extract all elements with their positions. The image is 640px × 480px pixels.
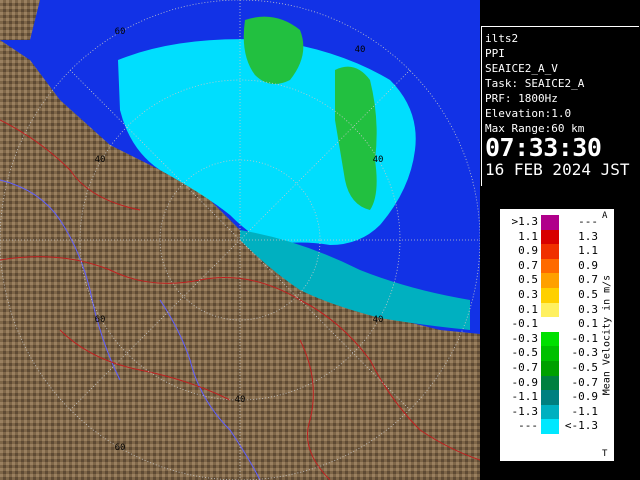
range-label: 40 xyxy=(235,395,246,405)
legend-lower-bound: >1.3 xyxy=(511,215,539,228)
range-label: 40 xyxy=(373,155,384,165)
legend-row: >1.3 --- xyxy=(500,215,600,230)
legend-swatch xyxy=(541,419,559,434)
elevation-line: Elevation:1.0 xyxy=(485,106,639,121)
legend-upper-bound: <-1.3 xyxy=(564,419,598,433)
legend-row: -0.1 0.1 xyxy=(500,317,600,332)
legend-swatch xyxy=(541,346,559,361)
legend-lower-bound: 1.1 xyxy=(518,229,538,243)
range-label: 60 xyxy=(95,315,106,325)
range-label: 40 xyxy=(95,155,106,165)
legend-upper-bound: -0.5 xyxy=(571,361,599,374)
prf-prefix: PRF: xyxy=(485,92,519,105)
legend-row: 1.1 1.3 xyxy=(500,229,600,245)
range-label: 60 xyxy=(115,443,126,453)
legend-row: 0.3 0.5 xyxy=(500,288,600,303)
legend-swatch xyxy=(541,244,559,259)
task-line: Task: SEAICE2_A xyxy=(485,76,639,91)
legend-lower-bound: -1.3 xyxy=(511,404,539,418)
legend-swatch xyxy=(541,331,559,347)
legend-lower-bound: --- xyxy=(518,419,538,433)
legend-row: 0.5 0.7 xyxy=(500,273,600,288)
legend-lower-bound: 0.3 xyxy=(518,288,538,301)
legend-upper-bound: -1.1 xyxy=(571,404,599,418)
legend-swatch xyxy=(541,229,559,245)
legend-row: -0.3 -0.1 xyxy=(500,331,600,347)
legend-swatch xyxy=(541,215,559,230)
legend-swatch xyxy=(541,258,559,274)
legend-upper-bound: 0.5 xyxy=(578,288,598,301)
legend-top-mark: A xyxy=(602,211,608,221)
range-label: 40 xyxy=(355,45,366,55)
legend-swatch xyxy=(541,273,559,288)
legend-swatch xyxy=(541,302,559,318)
legend-swatch xyxy=(541,288,559,303)
legend-swatch xyxy=(541,390,559,405)
legend-row: -1.3 -1.1 xyxy=(500,404,600,420)
legend-lower-bound: 0.5 xyxy=(518,273,538,287)
legend-swatch xyxy=(541,317,559,332)
radar-info-panel: ilts2 PPI SEAICE2_A_V Task: SEAICE2_A PR… xyxy=(481,26,639,186)
velocity-legend: >1.3 --- 1.1 1.3 0.9 1.1 0.7 0.9 0.5 0.7 0.3 0.5 0.1… xyxy=(499,208,615,462)
legend-swatch xyxy=(541,361,559,376)
legend-title: Mean Velocity in m/s xyxy=(600,213,614,457)
scan-date: 16 FEB 2024 JST xyxy=(485,160,630,179)
station-name: ilts2 xyxy=(485,32,519,45)
legend-row: 0.7 0.9 xyxy=(500,258,600,274)
legend-swatch xyxy=(541,404,559,420)
legend-row: --- <-1.3 xyxy=(500,419,600,434)
prf-value: 1800Hz xyxy=(518,92,558,105)
product-name: SEAICE2_A_V xyxy=(485,62,558,75)
legend-row: 0.1 0.3 xyxy=(500,302,600,318)
legend-row: -0.7 -0.5 xyxy=(500,361,600,376)
legend-swatch xyxy=(541,375,559,391)
legend-lower-bound: -0.7 xyxy=(511,361,539,374)
legend-row: -0.9 -0.7 xyxy=(500,375,600,391)
legend-upper-bound: 0.1 xyxy=(578,317,598,331)
legend-upper-bound: 0.3 xyxy=(578,302,598,316)
scan-time: 07:33:30 xyxy=(485,133,602,162)
range-label: 40 xyxy=(373,315,384,325)
legend-upper-bound: 1.1 xyxy=(578,244,598,258)
legend-row: 0.9 1.1 xyxy=(500,244,600,259)
legend-upper-bound: -0.3 xyxy=(571,346,599,360)
legend-lower-bound: -0.5 xyxy=(511,346,539,360)
legend-lower-bound: -0.1 xyxy=(511,317,539,331)
legend-lower-bound: -0.3 xyxy=(511,331,539,345)
radar-ppi-map: 60 40 40 40 60 40 40 60 xyxy=(0,0,480,480)
range-label: 60 xyxy=(115,27,126,37)
legend-upper-bound: 1.3 xyxy=(578,229,598,243)
legend-upper-bound: -0.9 xyxy=(571,390,599,404)
prf-line: PRF: 1800Hz xyxy=(485,91,639,106)
legend-bottom-mark: T xyxy=(602,449,608,459)
task-value: SEAICE2_A xyxy=(524,77,585,90)
legend-upper-bound: 0.9 xyxy=(578,258,598,272)
elevation-value: 1.0 xyxy=(551,107,572,120)
legend-lower-bound: -0.9 xyxy=(511,375,539,389)
elevation-prefix: Elevation: xyxy=(485,107,552,120)
legend-upper-bound: -0.7 xyxy=(571,375,599,389)
legend-upper-bound: 0.7 xyxy=(578,273,598,287)
legend-row: -1.1 -0.9 xyxy=(500,390,600,405)
legend-title-text: Mean Velocity in m/s xyxy=(601,274,613,396)
legend-lower-bound: 0.1 xyxy=(518,302,538,316)
legend-row: -0.5 -0.3 xyxy=(500,346,600,361)
legend-lower-bound: 0.7 xyxy=(518,258,538,272)
legend-lower-bound: 0.9 xyxy=(518,244,538,258)
task-prefix: Task: xyxy=(485,77,525,90)
scan-mode: PPI xyxy=(485,47,505,60)
legend-lower-bound: -1.1 xyxy=(511,390,539,404)
legend-upper-bound: --- xyxy=(578,215,598,228)
legend-upper-bound: -0.1 xyxy=(571,331,599,345)
